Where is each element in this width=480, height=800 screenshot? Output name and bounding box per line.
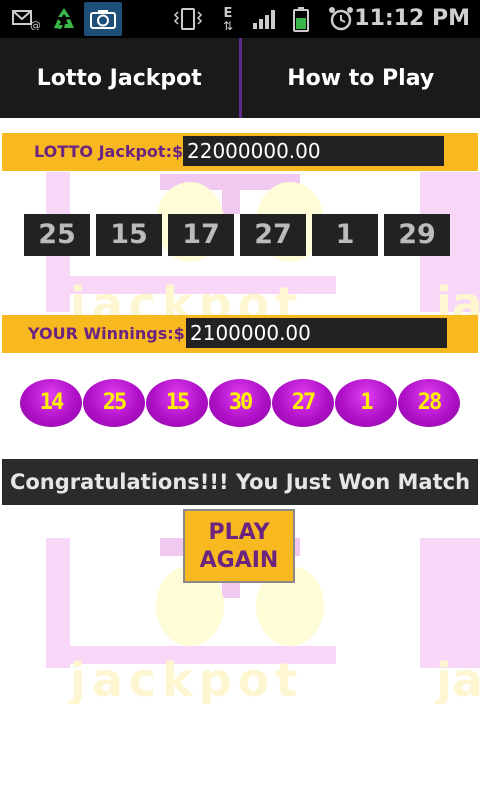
winnings-bar: YOUR Winnings:$ 2100000.00 xyxy=(2,315,478,353)
status-bar: @ E ⇅ 11:12 PM xyxy=(0,0,480,38)
recycle-icon xyxy=(48,4,80,34)
jackpot-bar: LOTTO Jackpot:$ 22000000.00 xyxy=(2,133,478,171)
camera-icon xyxy=(84,2,122,36)
jackpot-number-6: 29 xyxy=(384,214,450,256)
jackpot-value: 22000000.00 xyxy=(183,136,444,166)
tab-how-to-play[interactable]: How to Play xyxy=(242,38,480,118)
pick-ball-7: 28 xyxy=(398,379,460,427)
pick-ball-4: 30 xyxy=(209,379,271,427)
jackpot-number-4: 27 xyxy=(240,214,306,256)
jackpot-number-5: 1 xyxy=(312,214,378,256)
jackpot-number-3: 17 xyxy=(168,214,234,256)
winnings-value: 2100000.00 xyxy=(186,318,447,348)
pick-ball-5: 27 xyxy=(272,379,334,427)
battery-icon xyxy=(288,4,314,34)
clock: 11:12 PM xyxy=(354,6,470,31)
result-message: Congratulations!!! You Just Won Match 4. xyxy=(2,459,478,540)
svg-text:ja: ja xyxy=(434,653,480,704)
network-icon: E ⇅ xyxy=(222,5,234,33)
alarm-icon xyxy=(326,4,356,34)
pick-ball-3: 15 xyxy=(146,379,208,427)
tab-lotto-jackpot[interactable]: Lotto Jackpot xyxy=(0,38,239,118)
play-again-button[interactable]: PLAY AGAIN xyxy=(183,509,295,583)
app-screen: @ E ⇅ 11:12 PM Lotto Jackpot How to Play… xyxy=(0,0,480,800)
vibrate-icon xyxy=(170,4,206,34)
network-type-label: E xyxy=(223,5,233,21)
jackpot-label: LOTTO Jackpot:$ xyxy=(34,142,184,161)
tab-bar: Lotto Jackpot How to Play xyxy=(0,38,480,118)
signal-icon xyxy=(250,4,280,34)
svg-text:jackpot: jackpot xyxy=(68,653,303,704)
winnings-label: YOUR Winnings:$ xyxy=(28,324,185,343)
jackpot-number-2: 15 xyxy=(96,214,162,256)
pick-ball-1: 14 xyxy=(20,379,82,427)
pick-ball-6: 1 xyxy=(335,379,397,427)
jackpot-number-1: 25 xyxy=(24,214,90,256)
pick-ball-2: 25 xyxy=(83,379,145,427)
svg-text:@: @ xyxy=(30,19,40,30)
mail-icon: @ xyxy=(10,4,42,34)
